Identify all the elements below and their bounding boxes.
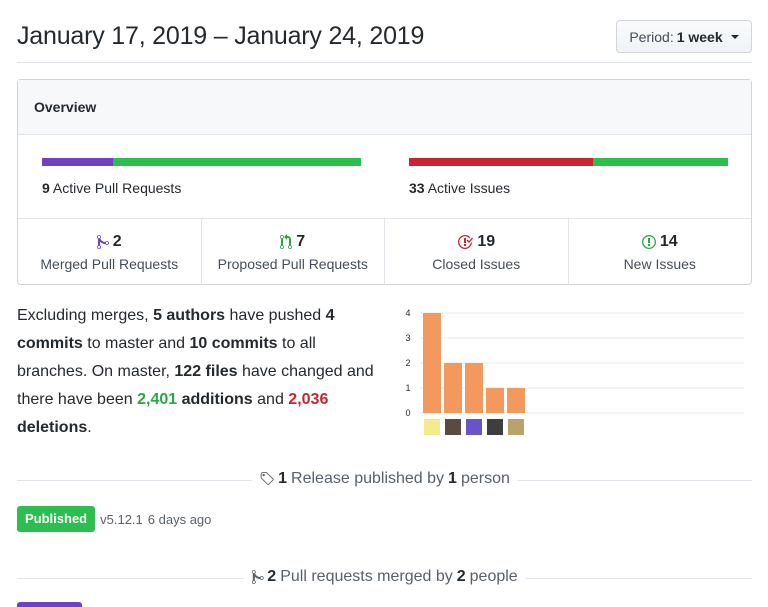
active-pull-requests-text: 9 Active Pull Requests: [42, 180, 361, 196]
issue-opened-icon: [641, 234, 656, 250]
merged-badge: [17, 602, 82, 607]
summary-text: and: [252, 391, 289, 408]
releases-people-label: person: [460, 470, 510, 487]
progress-segment-0: [409, 158, 593, 166]
period-value: 1 week: [676, 28, 723, 45]
author-avatar[interactable]: [424, 419, 440, 435]
overview-box: Overview 9 Active Pull Requests 33 Activ…: [17, 79, 752, 285]
period-header: January 17, 2019 – January 24, 2019 Peri…: [17, 20, 752, 64]
page-title: January 17, 2019 – January 24, 2019: [17, 22, 425, 50]
stat-label: Closed Issues: [432, 255, 521, 272]
active-issues-label: Active Issues: [427, 180, 511, 196]
active-issues-block[interactable]: 33 Active Issues: [409, 158, 728, 196]
summary-text: have pushed: [225, 307, 326, 324]
stat-merged-pull-requests[interactable]: 2 Merged Pull Requests: [18, 219, 202, 285]
progress-segment-1: [592, 158, 728, 166]
y-tick-label: 3: [405, 333, 410, 343]
merged-text: Pull requests merged by: [280, 568, 453, 585]
active-pull-requests-block[interactable]: 9 Active Pull Requests: [42, 158, 361, 196]
overview-progress-section: 9 Active Pull Requests 33 Active Issues: [18, 135, 751, 219]
stat-value: 7: [296, 232, 306, 250]
stat-value: 2: [112, 232, 122, 250]
release-people-count: 1: [448, 470, 457, 487]
deletions-count: 2,036: [288, 391, 329, 408]
y-tick-label: 0: [405, 408, 410, 418]
y-tick-label: 2: [405, 358, 410, 368]
author-avatar[interactable]: [445, 419, 461, 435]
summary-text: Excluding merges,: [17, 307, 154, 324]
progress-segment-1: [112, 158, 361, 166]
stat-proposed-pull-requests[interactable]: 7 Proposed Pull Requests: [202, 219, 385, 285]
releases-heading: 1 Release published by 1 person: [251, 470, 518, 488]
stat-label: Proposed Pull Requests: [217, 255, 368, 272]
commit-bar[interactable]: [465, 363, 483, 413]
y-tick-label: 1: [405, 383, 410, 393]
author-avatar[interactable]: [466, 419, 482, 435]
stat-label: New Issues: [623, 255, 696, 272]
files-changed-count: 122 files: [174, 363, 238, 380]
additions-count: 2,401: [137, 391, 178, 408]
summary-text: to master and: [82, 335, 190, 352]
releases-divider: 1 Release published by 1 person: [17, 470, 752, 490]
git-merge-icon: [251, 569, 264, 585]
authors-count: 5 authors: [153, 307, 226, 324]
commit-bar[interactable]: [444, 363, 462, 413]
overview-heading: Overview: [18, 80, 751, 135]
commits-by-author-chart: 0 1 2 3 4: [405, 308, 744, 435]
published-badge: Published: [17, 506, 96, 532]
additions-label: additions: [177, 391, 253, 408]
active-pull-requests-count: 9: [42, 180, 50, 196]
merged-people-count: 2: [456, 568, 466, 585]
stat-label: Merged Pull Requests: [40, 255, 179, 272]
merged-count: 2: [267, 568, 277, 585]
period-label: Period:: [629, 28, 674, 45]
release-tag-link[interactable]: v5.12.1: [100, 512, 143, 527]
caret-down-icon: [730, 34, 739, 39]
active-pull-requests-label: Active Pull Requests: [52, 180, 182, 196]
commit-summary: Excluding merges, 5 authors have pushed …: [17, 302, 382, 442]
y-tick-label: 4: [405, 308, 410, 318]
commit-bar[interactable]: [423, 313, 441, 413]
merged-people-label: people: [469, 568, 518, 585]
all-branches-commits-count: 10 commits: [189, 335, 278, 352]
tag-icon: [259, 471, 274, 487]
header-divider: [17, 62, 752, 63]
merged-pull-requests-divider: 2 Pull requests merged by 2 people: [17, 568, 752, 588]
period-dropdown-button[interactable]: Period: 1 week: [616, 20, 752, 53]
stat-value: 14: [659, 232, 678, 250]
stat-new-issues[interactable]: 14 New Issues: [569, 219, 752, 285]
overview-stats: 2 Merged Pull Requests 7 Proposed Pull R…: [18, 219, 751, 285]
issues-progress-bar: [409, 158, 728, 166]
summary-text: .: [87, 419, 92, 436]
releases-text: Release published by: [291, 470, 445, 487]
stat-value: 19: [477, 232, 496, 250]
deletions-label: deletions: [17, 419, 88, 436]
active-issues-count: 33: [409, 180, 425, 196]
release-count: 1: [278, 470, 288, 487]
release-item: Published v5.12.1 6 days ago: [17, 506, 211, 532]
author-avatar[interactable]: [487, 419, 503, 435]
progress-segment-0: [42, 158, 113, 166]
git-pull-request-icon: [280, 233, 293, 250]
merged-pull-requests-heading: 2 Pull requests merged by 2 people: [243, 568, 526, 586]
release-time: 6 days ago: [147, 511, 212, 527]
issue-closed-icon: [457, 234, 474, 250]
stat-closed-issues[interactable]: 19 Closed Issues: [385, 219, 569, 285]
author-avatar[interactable]: [508, 419, 524, 435]
commit-bar[interactable]: [507, 388, 525, 413]
active-issues-text: 33 Active Issues: [409, 180, 728, 196]
pull-requests-progress-bar: [42, 158, 361, 166]
commit-bar[interactable]: [486, 388, 504, 413]
git-merge-icon: [96, 234, 109, 250]
